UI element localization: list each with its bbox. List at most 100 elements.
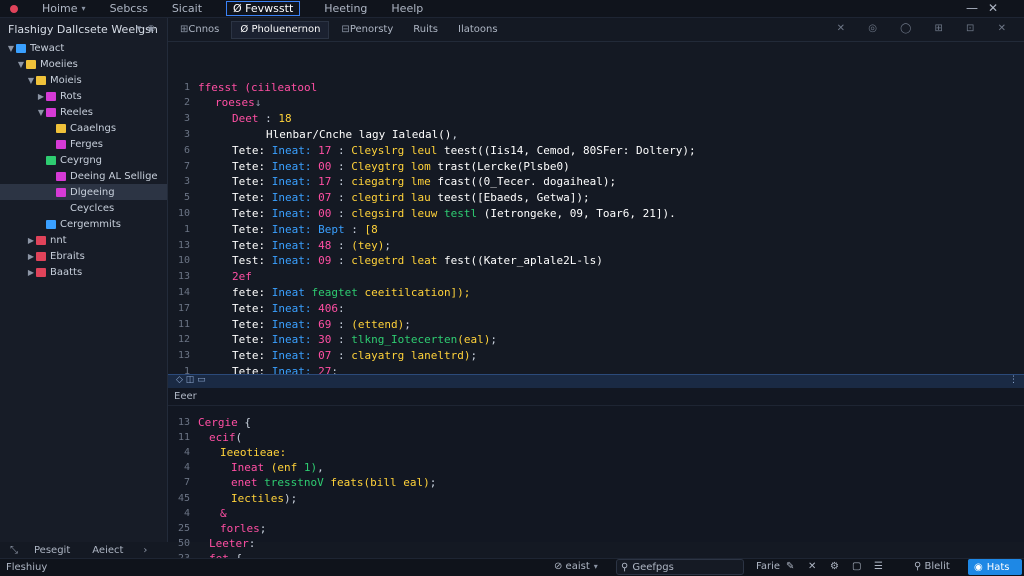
folder-icon bbox=[16, 43, 26, 53]
menu-item-label: Sebcss bbox=[109, 2, 148, 15]
code-line: 13 2ef bbox=[168, 269, 1024, 285]
panel-divider[interactable]: ◇ ◫ ▭ ⋮ bbox=[168, 374, 1024, 388]
code-token: 30 bbox=[318, 333, 332, 347]
editor-toolbar-icons[interactable]: ✕ ◎ ◯ ⊞ ⊡ ✕ bbox=[837, 23, 1016, 34]
code-token: clegsird leuw bbox=[351, 206, 444, 220]
stop-icon[interactable]: ▢ bbox=[852, 561, 861, 572]
settings-icon[interactable]: ⚙ bbox=[830, 561, 839, 572]
code-token: Tete: bbox=[232, 159, 266, 173]
run-button[interactable]: ◉ Hats bbox=[968, 559, 1022, 575]
code-token: teest((Iis14, Cemod, 80SFer: Doltery); bbox=[443, 143, 696, 157]
code-token: Ineat: bbox=[265, 222, 319, 236]
code-token: Deet bbox=[232, 112, 259, 126]
collapse-icon[interactable]: ⤡ bbox=[10, 545, 18, 556]
tree-item[interactable]: Caaelngs bbox=[0, 120, 167, 136]
chevron-down-icon[interactable]: ▼ bbox=[6, 44, 16, 53]
code-line: 1 Tete: Ineat: Bept : [8 bbox=[168, 221, 1024, 237]
tree-item[interactable]: ▶ Baatts bbox=[0, 264, 167, 280]
code-token: : bbox=[331, 175, 352, 189]
folder-icon bbox=[46, 107, 56, 117]
code-token: : bbox=[331, 159, 352, 173]
tab-2[interactable]: ⊟ Penorsty bbox=[333, 21, 401, 39]
tree-item-label: Tewact bbox=[30, 42, 65, 54]
menu-item-5[interactable]: Heelp bbox=[391, 2, 423, 15]
tab-0[interactable]: ⊞ Cnnos bbox=[172, 21, 227, 39]
chevron-down-icon[interactable]: ▼ bbox=[36, 108, 46, 117]
tree-item[interactable]: Ceyrgng bbox=[0, 152, 167, 168]
branch-indicator[interactable]: ⊘ eaist ▾ bbox=[554, 561, 598, 572]
line-number: 5 bbox=[183, 192, 190, 204]
tree-item[interactable]: Deeing AL Sellige bbox=[0, 168, 167, 184]
code-token: Ineat: bbox=[265, 159, 319, 173]
tree-item[interactable]: Cergemmits bbox=[0, 216, 167, 232]
divider-icons[interactable]: ◇ ◫ ▭ bbox=[176, 375, 206, 385]
code-token: Ineat: bbox=[265, 206, 319, 220]
list-icon[interactable]: ☰ bbox=[874, 561, 883, 572]
menu-item-label: Ø Fevwsstt bbox=[233, 2, 294, 15]
code-token: clayatrg laneltrd) bbox=[351, 349, 471, 363]
menu-item-2[interactable]: Sicait bbox=[172, 2, 202, 15]
tree-item[interactable]: ▼ Moieis bbox=[0, 72, 167, 88]
code-token: fest((Kater_aplale2L-ls) bbox=[443, 254, 603, 268]
line-number: 3 bbox=[183, 176, 190, 188]
panel-title: Eeer bbox=[168, 388, 1024, 406]
line-number: 13 bbox=[177, 416, 190, 428]
chevron-right-icon[interactable]: ▶ bbox=[26, 236, 36, 245]
chevron-right-icon[interactable]: ▶ bbox=[36, 92, 46, 101]
close-button[interactable]: ✕ bbox=[988, 1, 998, 15]
chevron-down-icon[interactable]: ▼ bbox=[26, 76, 36, 85]
minimize-button[interactable]: — bbox=[966, 1, 978, 15]
menu-item-3[interactable]: Ø Fevwsstt bbox=[226, 1, 301, 16]
code-line: 2 roeses↓ bbox=[168, 95, 1024, 111]
more-icon[interactable]: ⋮ bbox=[1009, 375, 1018, 385]
close-icon[interactable]: ✕ bbox=[808, 561, 816, 572]
search-icon: ⚲ bbox=[621, 561, 629, 573]
tree-item-label: Ebraits bbox=[50, 250, 85, 262]
menu-item-0[interactable]: Hoime ▾ bbox=[42, 2, 86, 15]
tab-icon: ⊞ bbox=[180, 24, 189, 35]
tree-item[interactable]: ▶ nnt bbox=[0, 232, 167, 248]
menu-item-4[interactable]: Heeting bbox=[324, 2, 367, 15]
sidebar-actions-icons[interactable]: ▾◉ bbox=[137, 24, 161, 34]
chevron-right-icon[interactable]: ▶ bbox=[26, 252, 36, 261]
line-number: 25 bbox=[177, 522, 190, 534]
chevron-right-icon[interactable]: › bbox=[143, 545, 147, 556]
tree-item[interactable]: ▶ Rots bbox=[0, 88, 167, 104]
code-token: 17 bbox=[318, 175, 332, 189]
code-token: { bbox=[237, 415, 251, 429]
code-token: (ciileatool bbox=[244, 80, 318, 94]
tab-1[interactable]: Ø Pholuenernon bbox=[231, 20, 330, 39]
chevron-right-icon[interactable]: ▶ bbox=[26, 268, 36, 277]
project-button[interactable]: Pesegit bbox=[34, 545, 70, 556]
tree-item[interactable]: ▼ Reeles bbox=[0, 104, 167, 120]
tab-4[interactable]: Ilatoons bbox=[450, 21, 506, 39]
search-placeholder: Geefpgs bbox=[632, 561, 674, 573]
code-token: ; bbox=[490, 333, 497, 347]
folder-icon bbox=[56, 171, 66, 181]
tree-item[interactable]: ▼ Moeiies bbox=[0, 56, 167, 72]
tree-item[interactable]: Dlgeeing bbox=[0, 184, 167, 200]
code-line: 4 & bbox=[168, 505, 1024, 521]
code-token: : bbox=[248, 537, 256, 551]
status-item-2[interactable]: ⚲ Blelit bbox=[914, 561, 950, 572]
output-panel: Eeer 13 Cergie {11 ecif(4 Ieeotieae: 4 Ineat … bbox=[168, 388, 1024, 565]
code-token: ; bbox=[384, 238, 391, 252]
tree-item[interactable]: Ceyclces bbox=[0, 200, 167, 216]
menu-item-1[interactable]: Sebcss bbox=[110, 2, 148, 15]
code-token: ceeitilcation]); bbox=[364, 285, 471, 299]
chevron-down-icon[interactable]: ▼ bbox=[16, 60, 26, 69]
folder-icon bbox=[26, 59, 36, 69]
status-search-input[interactable]: ⚲ Geefpgs bbox=[616, 559, 744, 575]
run-icon: ◉ bbox=[974, 561, 983, 573]
tree-item[interactable]: ▼ Tewact bbox=[0, 40, 167, 56]
pencil-icon[interactable]: ✎ bbox=[786, 561, 794, 572]
code-line: 12 Tete: Ineat: 30 : tlkng_Iotecerten(eal… bbox=[168, 332, 1024, 348]
select-button[interactable]: Aeiect bbox=[92, 545, 123, 556]
tree-item[interactable]: ▶ Ebraits bbox=[0, 248, 167, 264]
run-label: Hats bbox=[986, 561, 1010, 573]
status-item-1[interactable]: Farie bbox=[756, 561, 780, 572]
tree-item[interactable]: Ferges bbox=[0, 136, 167, 152]
line-number: 2 bbox=[183, 97, 190, 109]
tab-3[interactable]: Ruits bbox=[405, 21, 446, 39]
code-token: : bbox=[331, 191, 352, 205]
